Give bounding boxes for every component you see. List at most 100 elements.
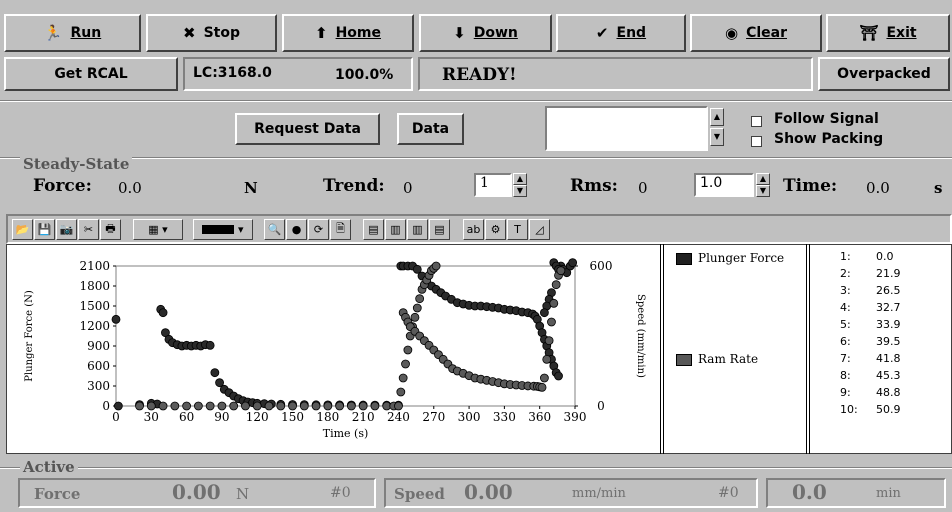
show-packing-checkbox[interactable]	[751, 136, 762, 147]
active-speed-index: #0	[718, 485, 739, 501]
data-point	[252, 401, 262, 411]
value-list-row: 3: 26.5	[840, 284, 940, 301]
color-dropdown[interactable]: ▾	[193, 219, 253, 240]
request-data-button[interactable]: Request Data	[235, 113, 380, 145]
trend-value: 0	[403, 179, 413, 197]
follow-signal-checkbox[interactable]	[751, 116, 762, 127]
rotate-icon[interactable]: ⟳	[308, 219, 329, 240]
data-point	[311, 401, 321, 411]
exit-button[interactable]: ⛩ Exit	[826, 14, 950, 52]
clear-button[interactable]: ◉ Clear	[690, 14, 822, 52]
data-point	[170, 401, 180, 411]
value-list-index: 7:	[840, 352, 851, 365]
x-tick-label: 0	[112, 410, 120, 424]
active-speed-unit: mm/min	[572, 486, 626, 501]
print-icon[interactable]: 🖶	[100, 219, 121, 240]
data-point	[403, 345, 413, 355]
data-point	[370, 401, 380, 411]
end-button[interactable]: ✔ End	[556, 14, 686, 52]
value-list-row: 1: 0.0	[840, 250, 940, 267]
value-list-value: 33.9	[876, 318, 901, 331]
down-button[interactable]: ⬇ Down	[419, 14, 552, 52]
value-list-index: 6:	[840, 335, 851, 348]
x-tick-label: 240	[387, 410, 410, 424]
home-button[interactable]: ⬆ Home	[282, 14, 414, 52]
get-rcal-button[interactable]: Get RCAL	[4, 57, 178, 91]
data-point	[217, 401, 227, 411]
divider	[0, 467, 952, 468]
table-icon[interactable]: ▤	[363, 219, 384, 240]
text-tool-icon[interactable]: T	[507, 219, 528, 240]
signal-spin-up[interactable]: ▲	[710, 108, 724, 126]
legend-label-ram: Ram Rate	[698, 352, 759, 366]
data-point	[111, 314, 121, 324]
lc-readout: LC:3168.0 100.0%	[183, 57, 413, 91]
rms-value: 0	[638, 179, 648, 197]
zoom-icon[interactable]: 🔍	[264, 219, 285, 240]
data-point	[158, 308, 168, 318]
legend-swatch-ram	[676, 354, 692, 366]
x-tick-label: 30	[144, 410, 159, 424]
value-list-value: 21.9	[876, 267, 901, 280]
x-tick-label: 330	[493, 410, 516, 424]
run-button[interactable]: 🏃 Run	[4, 14, 141, 52]
data-point	[210, 368, 220, 378]
overpacked-button[interactable]: Overpacked	[818, 57, 950, 91]
camera-icon[interactable]: 📷	[56, 219, 77, 240]
value-list-value: 50.9	[876, 403, 901, 416]
x-tick-label: 300	[458, 410, 481, 424]
y-tick-label: 2100	[79, 259, 110, 273]
chart-separator	[660, 244, 664, 454]
horizontal-grid-icon[interactable]: ▤	[429, 219, 450, 240]
exit-icon: ⛩	[859, 24, 879, 42]
x-tick-label: 120	[246, 410, 269, 424]
value-list-index: 2:	[840, 267, 851, 280]
signal-select[interactable]	[545, 106, 708, 151]
value-list: 1: 0.0 2: 21.9 3: 26.5 4: 32.7 5: 33.9 6: 39.5 7: 41.…	[840, 250, 940, 420]
y-tick-label: 1200	[79, 319, 110, 333]
x-tick-label: 60	[179, 410, 194, 424]
legend-swatch-force	[676, 253, 692, 265]
value-list-row: 6: 39.5	[840, 335, 940, 352]
steady-force-label: Force:	[33, 176, 92, 196]
active-time-value: 0.0	[792, 480, 827, 504]
rms-spin-down[interactable]: ▼	[756, 185, 770, 197]
y-tick-label: 1500	[79, 299, 110, 313]
active-force-index: #0	[330, 485, 351, 501]
data-point	[410, 312, 420, 322]
data-point	[182, 401, 192, 411]
data-point	[135, 401, 144, 411]
data-point	[205, 340, 215, 350]
cut-icon[interactable]: ✂	[78, 219, 99, 240]
legend-separator	[806, 244, 810, 454]
value-list-index: 9:	[840, 386, 851, 399]
trend-spin-down[interactable]: ▼	[513, 185, 527, 197]
open-icon[interactable]: 📂	[12, 219, 33, 240]
status-panel: READY!	[418, 57, 813, 91]
value-list-row: 8: 45.3	[840, 369, 940, 386]
value-list-row: 4: 32.7	[840, 301, 940, 318]
y-tick-label: 600	[87, 359, 110, 373]
x-tick-label: 210	[352, 410, 375, 424]
data-point	[547, 317, 556, 327]
tools-icon[interactable]: ⚙	[485, 219, 506, 240]
data-point	[346, 401, 356, 411]
trend-spin-up[interactable]: ▲	[513, 173, 527, 185]
save-icon[interactable]: 💾	[34, 219, 55, 240]
label-icon[interactable]: ab	[463, 219, 484, 240]
fill-icon[interactable]: ●	[286, 219, 307, 240]
value-list-index: 4:	[840, 301, 851, 314]
chart-type-icon[interactable]: ◿	[529, 219, 550, 240]
trend-spin-input[interactable]: 1	[474, 173, 512, 197]
data-button[interactable]: Data	[397, 113, 464, 145]
rms-spin-input[interactable]: 1.0	[694, 173, 754, 197]
signal-spin-down[interactable]: ▼	[710, 128, 724, 146]
grid-dropdown[interactable]: ▦ ▾	[133, 219, 183, 240]
vertical-grid-icon[interactable]: ▥	[407, 219, 428, 240]
stop-button[interactable]: ✖ Stop	[146, 14, 277, 52]
rms-spin-up[interactable]: ▲	[756, 173, 770, 185]
data-point	[401, 359, 410, 369]
preview-icon[interactable]: 🗎	[330, 219, 351, 240]
y2-tick-label: 600	[590, 259, 613, 273]
list-icon[interactable]: ▥	[385, 219, 406, 240]
